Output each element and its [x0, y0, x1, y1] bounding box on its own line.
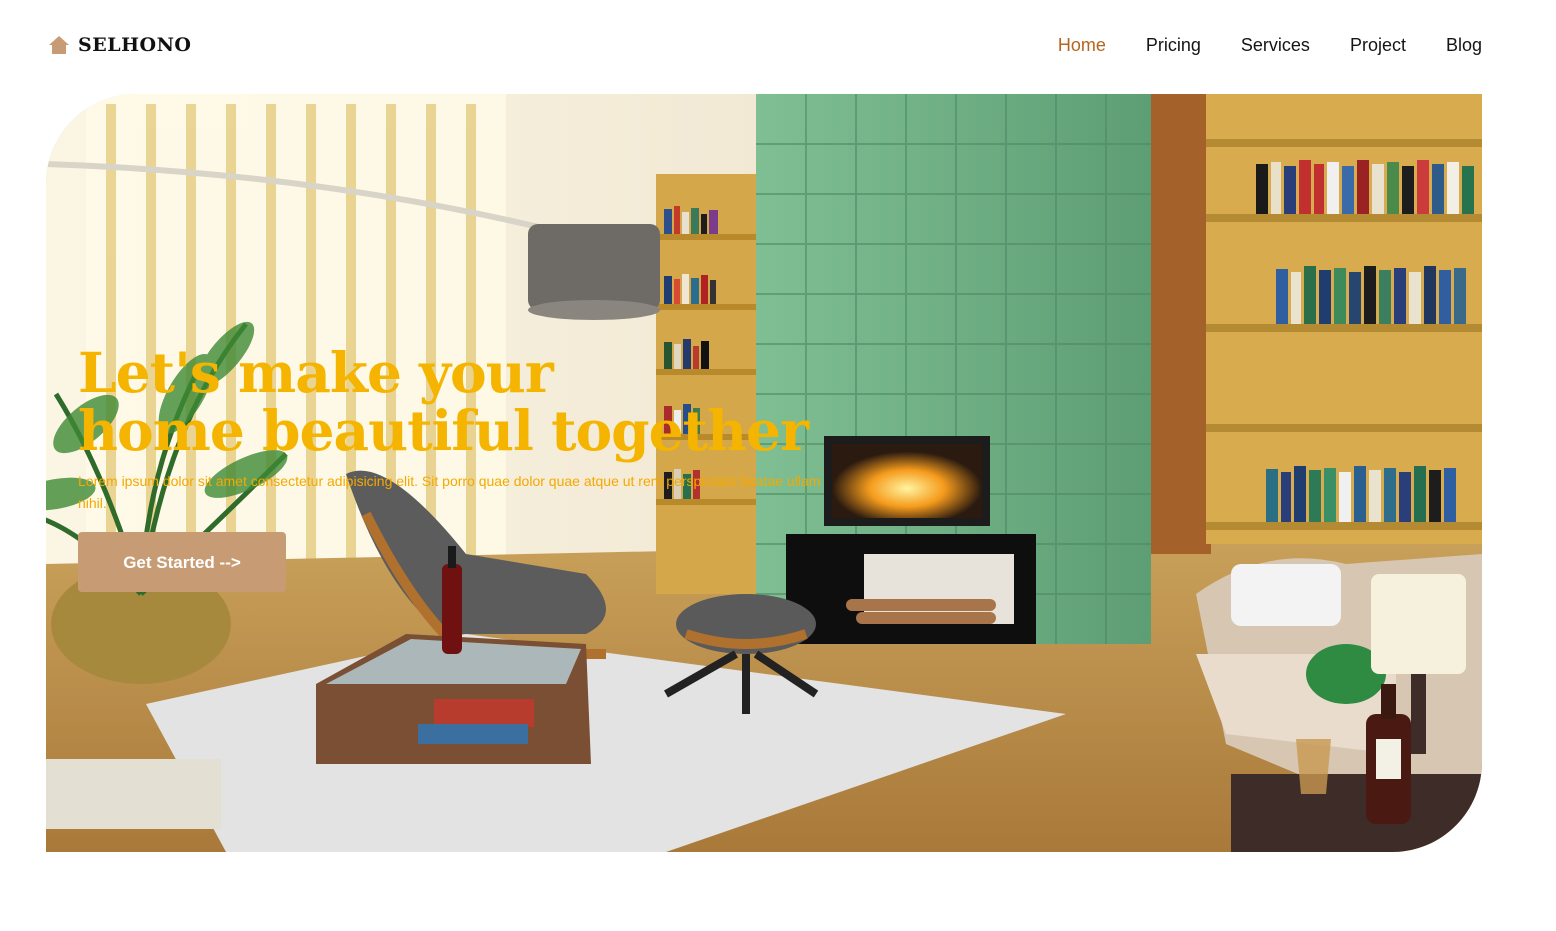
nav-home[interactable]: Home — [1058, 35, 1106, 56]
brand-logo[interactable]: SELHONO — [48, 34, 191, 56]
nav-blog[interactable]: Blog — [1446, 35, 1482, 56]
brand-name: SELHONO — [78, 34, 192, 56]
hero-content: Let's make your home beautiful together … — [78, 344, 978, 592]
navbar: SELHONO Home Pricing Services Project Bl… — [0, 0, 1556, 94]
home-icon — [49, 36, 69, 54]
hero-section: Let's make your home beautiful together … — [46, 94, 1482, 852]
nav-pricing[interactable]: Pricing — [1146, 35, 1201, 56]
nav-services[interactable]: Services — [1241, 35, 1310, 56]
hero-title-line-2: home beautiful together — [78, 398, 809, 463]
hero-description: Lorem ipsum dolor sit amet consectetur a… — [78, 473, 821, 511]
get-started-button[interactable]: Get Started --> — [78, 532, 286, 592]
main-nav: Home Pricing Services Project Blog — [1058, 35, 1482, 56]
hero-title-line-1: Let's make your — [78, 340, 554, 405]
hero-title: Let's make your home beautiful together — [78, 344, 978, 460]
nav-project[interactable]: Project — [1350, 35, 1406, 56]
